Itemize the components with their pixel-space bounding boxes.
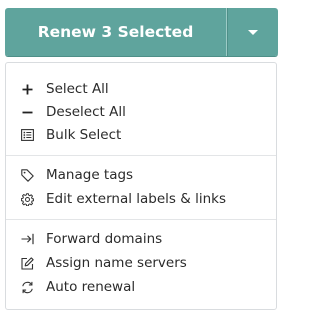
plus-icon bbox=[20, 82, 34, 96]
menu-divider bbox=[6, 155, 276, 156]
menu-item-manage-tags[interactable]: Manage tags bbox=[6, 163, 276, 187]
renew-dropdown-toggle[interactable] bbox=[227, 8, 278, 56]
menu-item-label: Select All bbox=[46, 81, 109, 97]
edit-icon bbox=[20, 256, 34, 270]
menu-item-label: Auto renewal bbox=[46, 279, 136, 295]
minus-icon bbox=[20, 105, 34, 119]
dropdown-menu: Select All Deselect All Bulk Select Mana… bbox=[5, 62, 277, 310]
forward-arrow-icon bbox=[20, 232, 34, 246]
caret-down-icon bbox=[248, 29, 258, 35]
menu-item-bulk-select[interactable]: Bulk Select bbox=[6, 123, 276, 147]
menu-item-auto-renewal[interactable]: Auto renewal bbox=[6, 275, 276, 299]
menu-item-assign-name-servers[interactable]: Assign name servers bbox=[6, 251, 276, 275]
renew-split-button: Renew 3 Selected bbox=[5, 8, 278, 56]
list-icon bbox=[20, 128, 34, 142]
menu-item-label: Deselect All bbox=[46, 104, 126, 120]
gear-icon bbox=[20, 192, 34, 206]
menu-item-forward-domains[interactable]: Forward domains bbox=[6, 227, 276, 251]
menu-item-edit-external-labels[interactable]: Edit external labels & links bbox=[6, 187, 276, 211]
renew-selected-button[interactable]: Renew 3 Selected bbox=[5, 8, 227, 56]
renew-dropdown: Renew 3 Selected Select All Deselect All bbox=[0, 0, 284, 317]
menu-divider bbox=[6, 219, 276, 220]
menu-item-select-all[interactable]: Select All bbox=[6, 77, 276, 101]
menu-item-label: Forward domains bbox=[46, 231, 163, 247]
sync-icon bbox=[20, 280, 34, 294]
menu-item-deselect-all[interactable]: Deselect All bbox=[6, 100, 276, 124]
menu-item-label: Assign name servers bbox=[46, 255, 187, 271]
tag-icon bbox=[20, 168, 34, 182]
menu-item-label: Bulk Select bbox=[46, 127, 122, 143]
menu-item-label: Manage tags bbox=[46, 167, 134, 183]
menu-item-label: Edit external labels & links bbox=[46, 191, 226, 207]
